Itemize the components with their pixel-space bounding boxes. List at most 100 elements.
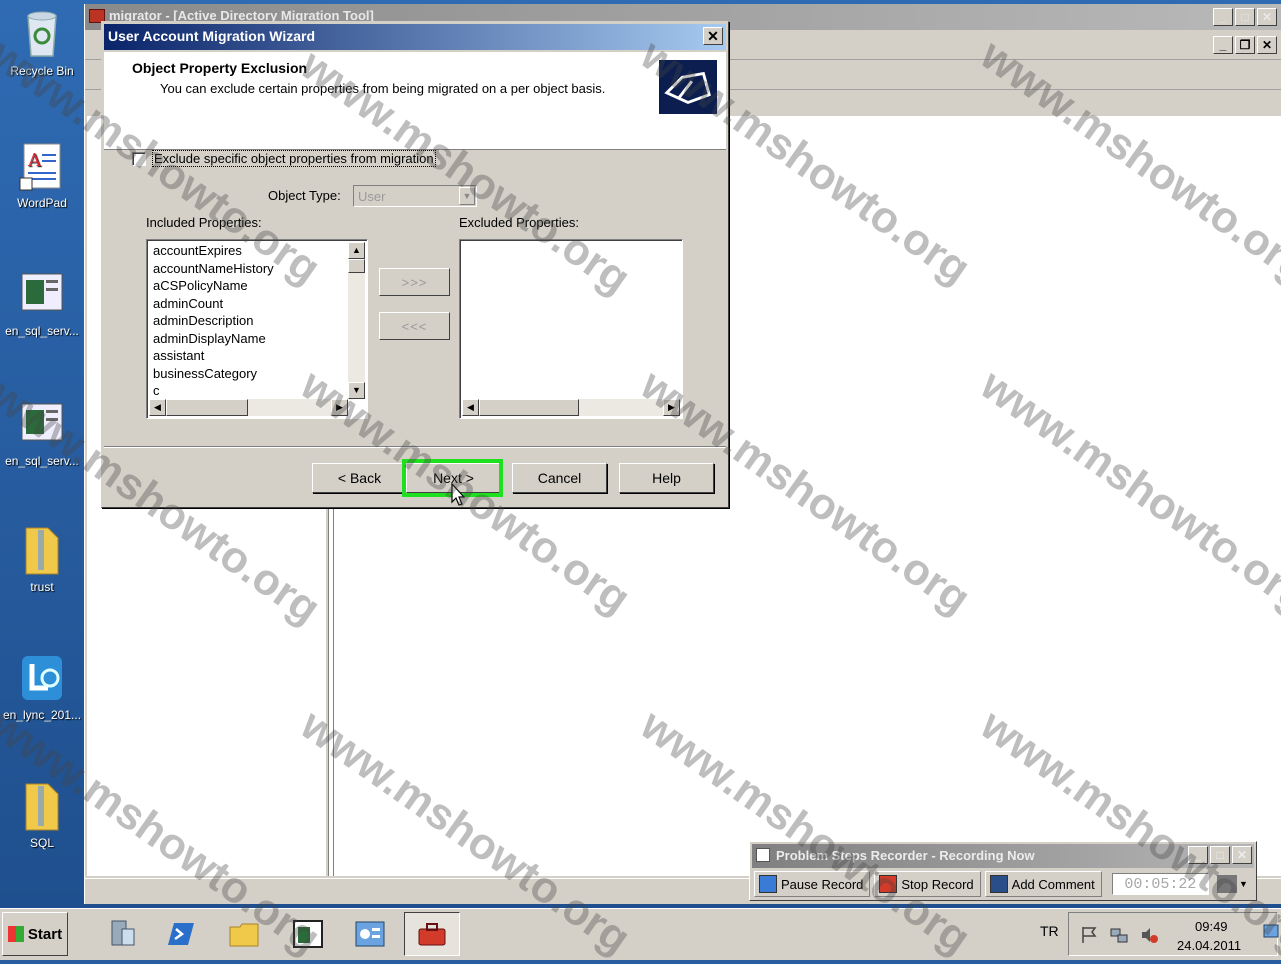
desktop-icon-label: en_sql_serv... (5, 454, 79, 468)
stop-record-label: Stop Record (901, 876, 974, 892)
minimize-icon[interactable]: _ (1213, 8, 1233, 26)
lync-icon (22, 656, 62, 700)
desktop-icon-sql[interactable]: SQL (0, 780, 84, 850)
scroll-right-icon[interactable]: ▶ (663, 399, 680, 416)
taskbar-migration-tool[interactable] (404, 912, 460, 956)
psr-toolbar: Pause Record Stop Record Add Comment 00:… (752, 870, 1254, 898)
language-indicator[interactable]: TR (1040, 923, 1059, 939)
scroll-thumb[interactable] (166, 399, 248, 416)
chevron-down-icon: ▼ (1239, 879, 1248, 889)
problem-steps-recorder-window: Problem Steps Recorder - Recording Now _… (749, 841, 1257, 901)
desktop-icon-lync[interactable]: en_lync_201... (0, 652, 84, 722)
scroll-left-icon[interactable]: ◀ (149, 399, 166, 416)
desktop-icon-label: SQL (29, 836, 54, 850)
scroll-down-icon[interactable]: ▼ (348, 382, 365, 399)
list-item[interactable]: adminDescription (153, 312, 274, 330)
add-comment-button[interactable]: Add Comment (984, 871, 1102, 897)
wizard-header: Object Property Exclusion You can exclud… (104, 52, 726, 150)
page-title: Object Property Exclusion (132, 60, 308, 76)
included-properties-label: Included Properties: (146, 215, 262, 230)
speaker-muted-icon[interactable] (1139, 925, 1159, 945)
wizard-title-bar[interactable]: User Account Migration Wizard ✕ (104, 24, 726, 50)
remove-from-excluded-button[interactable]: <<< (379, 312, 450, 340)
taskbar-window-1[interactable] (280, 912, 336, 956)
stop-record-button[interactable]: Stop Record (874, 871, 981, 897)
mouse-cursor-icon (451, 483, 465, 506)
scroll-left-icon[interactable]: ◀ (462, 399, 479, 416)
pause-record-button[interactable]: Pause Record (754, 871, 871, 897)
application-window-icon (293, 920, 323, 948)
scroll-up-icon[interactable]: ▲ (348, 242, 365, 259)
add-to-excluded-button[interactable]: >>> (379, 268, 450, 296)
exclude-properties-label[interactable]: Exclude specific object properties from … (152, 150, 436, 167)
svg-text:A: A (27, 150, 42, 171)
list-item[interactable]: aCSPolicyName (153, 277, 274, 295)
desktop-icon-label: Recycle Bin (10, 64, 74, 78)
taskbar: Start TR 09:49 24.04.2011 (0, 908, 1281, 960)
help-button[interactable]: Help (619, 463, 714, 493)
taskbar-explorer[interactable] (216, 912, 272, 956)
stop-icon (879, 875, 898, 893)
mdi-minimize-icon[interactable]: _ (1213, 36, 1233, 54)
wizard-logo-icon (658, 59, 718, 115)
wizard-title: User Account Migration Wizard (108, 28, 316, 44)
start-button[interactable]: Start (2, 912, 68, 956)
object-type-select[interactable]: User ▼ (353, 185, 477, 207)
list-item[interactable]: accountExpires (153, 242, 274, 260)
desktop-icon-trust[interactable]: trust (0, 524, 84, 594)
exclude-properties-checkbox[interactable] (132, 151, 146, 166)
cancel-button[interactable]: Cancel (512, 463, 607, 493)
taskbar-powershell[interactable] (152, 912, 208, 956)
action-center-flag-icon[interactable] (1079, 925, 1099, 945)
server-manager-icon (111, 920, 135, 946)
excluded-properties-list[interactable]: ◀ ▶ (459, 239, 683, 419)
close-icon[interactable]: ✕ (703, 27, 723, 45)
pause-icon (759, 875, 777, 893)
comment-icon (989, 875, 1008, 893)
object-type-label: Object Type: (268, 188, 341, 203)
minimize-icon[interactable]: _ (1188, 846, 1208, 864)
user-account-migration-wizard: User Account Migration Wizard ✕ Object P… (101, 21, 729, 508)
taskbar-control-panel[interactable] (342, 912, 398, 956)
list-item[interactable]: adminCount (153, 295, 274, 313)
list-item[interactable]: assistant (153, 347, 274, 365)
list-item[interactable]: adminDisplayName (153, 330, 274, 348)
close-icon[interactable]: ✕ (1232, 846, 1252, 864)
desktop-icon-recycle-bin[interactable]: Recycle Bin (0, 8, 84, 78)
back-button[interactable]: < Back (312, 463, 407, 493)
pause-record-label: Pause Record (781, 876, 864, 892)
desktop-icon-sql-server-2[interactable]: en_sql_serv... (0, 398, 84, 468)
list-item[interactable]: accountNameHistory (153, 260, 274, 278)
list-item[interactable]: businessCategory (153, 365, 274, 383)
vertical-scrollbar[interactable]: ▲ ▼ (348, 242, 365, 399)
scroll-thumb[interactable] (348, 259, 365, 273)
windows-logo-icon (7, 926, 24, 942)
elapsed-time: 00:05:22 (1111, 873, 1210, 895)
mdi-restore-icon[interactable]: ❐ (1235, 36, 1255, 54)
network-icon[interactable] (1109, 925, 1129, 945)
exclude-properties-row: Exclude specific object properties from … (132, 150, 436, 167)
scroll-thumb[interactable] (479, 399, 579, 416)
mdi-close-icon[interactable]: ✕ (1257, 36, 1277, 54)
show-desktop-icon[interactable] (1263, 923, 1279, 943)
horizontal-scrollbar[interactable]: ◀ ▶ (462, 399, 680, 416)
included-properties-list[interactable]: accountExpires accountNameHistory aCSPolic… (146, 239, 368, 419)
psr-title-bar[interactable]: Problem Steps Recorder - Recording Now _… (752, 844, 1254, 868)
psr-help-menu[interactable]: ▼ (1217, 873, 1254, 895)
desktop-icon-label: en_lync_201... (2, 708, 82, 722)
scroll-right-icon[interactable]: ▶ (331, 399, 348, 416)
clock-date[interactable]: 24.04.2011 (1177, 938, 1241, 953)
clock-time[interactable]: 09:49 (1195, 919, 1228, 934)
list-item[interactable]: c (153, 382, 274, 400)
taskbar-server-manager[interactable] (92, 912, 148, 956)
close-icon[interactable]: ✕ (1257, 8, 1277, 26)
maximize-icon[interactable]: □ (1235, 8, 1255, 26)
disc-image-icon (21, 273, 63, 311)
desktop-icon-wordpad[interactable]: A WordPad (0, 140, 84, 210)
chevron-down-icon[interactable]: ▼ (459, 187, 475, 205)
desktop-icon-sql-server-1[interactable]: en_sql_serv... (0, 268, 84, 338)
recycle-bin-icon (27, 11, 57, 57)
powershell-icon (168, 923, 194, 945)
maximize-icon[interactable]: □ (1210, 846, 1230, 864)
horizontal-scrollbar[interactable]: ◀ ▶ (149, 399, 348, 416)
